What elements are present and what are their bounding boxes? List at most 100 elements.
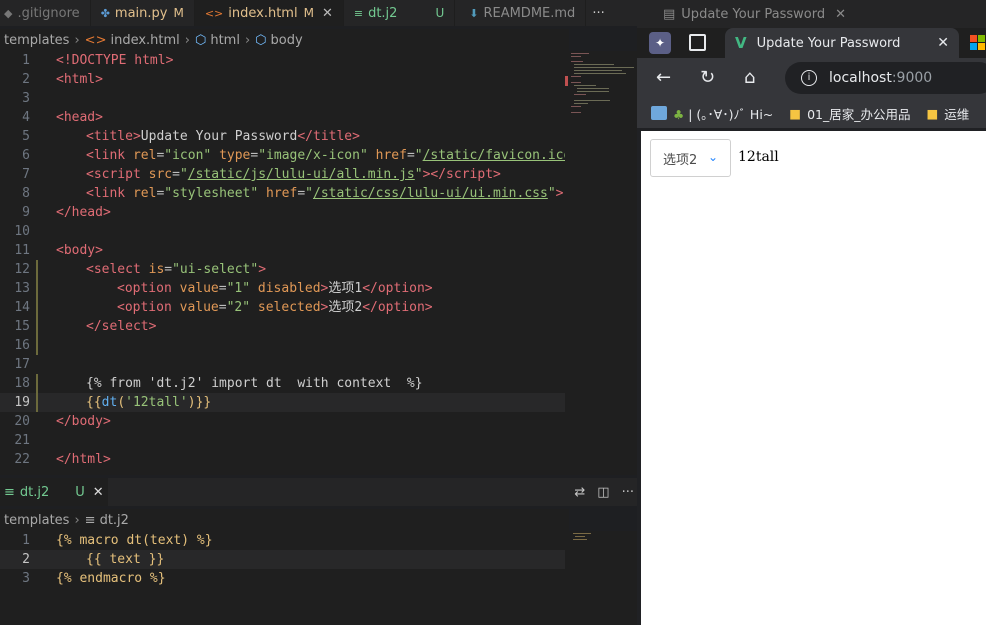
- modified-gutter-marker: [36, 336, 38, 355]
- bookmark-folder[interactable]: 01_居家_办公用品: [807, 104, 910, 123]
- python-icon: ✤: [100, 6, 110, 20]
- code-line: 1 <!DOCTYPE html>: [22, 53, 174, 68]
- code-editor[interactable]: 1 <!DOCTYPE html> 2 <html> 3 4 <head> 5 <tit…: [0, 51, 572, 475]
- editor-actions: ⇄ ◫ ···: [574, 478, 634, 506]
- code-line: 20 </body>: [14, 414, 111, 429]
- browser-tab-strip: ✦ V Update Your Password ✕: [637, 28, 986, 58]
- tab-label: index.html: [228, 5, 298, 21]
- editor-tab-bar: ◆ .gitignore ✤ main.py M <> index.html M…: [0, 0, 640, 26]
- code-editor-bottom[interactable]: 1 {% macro dt(text) %} 2{{ text }} 3 {% en…: [0, 531, 565, 625]
- compare-changes-icon[interactable]: ⇄: [574, 485, 585, 500]
- minimap-bottom[interactable]: [565, 531, 637, 625]
- code-line: 6 <link rel="icon" type="image/x-icon" hr…: [22, 148, 572, 163]
- breadcrumb-file[interactable]: index.html: [110, 33, 179, 48]
- close-icon[interactable]: ✕: [835, 7, 846, 22]
- more-tabs-button[interactable]: ···: [586, 0, 610, 26]
- element-icon: ⬡: [255, 32, 267, 48]
- tab-label: REAMDME.md: [483, 5, 576, 21]
- code-line: 3: [22, 91, 30, 106]
- modified-gutter-marker: [36, 393, 38, 412]
- url-host: localhost: [829, 70, 892, 86]
- html-icon: <>: [204, 6, 224, 20]
- code-line: 5 <title>Update Your Password</title>: [22, 129, 360, 144]
- window-icon: ▤: [663, 6, 676, 22]
- tab-index-html[interactable]: <> index.html M ✕: [194, 0, 344, 26]
- breadcrumb: templates › <> index.html › ⬡ html › ⬡ b…: [0, 29, 569, 51]
- bookmark-folder[interactable]: 运维: [944, 104, 969, 123]
- tab-dt-j2-bottom[interactable]: ≡ dt.j2 U ✕: [0, 478, 108, 506]
- tab-actions-icon[interactable]: [689, 34, 706, 51]
- page-content: 选项2 ⌄ 12tall: [641, 131, 986, 625]
- browser-tab-active[interactable]: V Update Your Password ✕: [725, 28, 959, 58]
- markdown-icon: ⬇: [469, 6, 479, 20]
- tab-main-py[interactable]: ✤ main.py M: [91, 0, 195, 26]
- code-line: 14 <option value="2" selected>选项2</option…: [14, 298, 433, 317]
- window-title: Update Your Password: [681, 6, 826, 22]
- code-line: 13 <option value="1" disabled>选项1</option…: [14, 279, 433, 298]
- lines-icon: ≡: [353, 6, 364, 20]
- macro-output-text: 12tall: [738, 149, 779, 165]
- code-line: 21: [14, 433, 30, 448]
- element-icon: ⬡: [194, 32, 207, 48]
- code-line: 1 {% macro dt(text) %}: [22, 533, 213, 548]
- untracked-badge: U: [435, 6, 445, 20]
- folder-icon: ■: [926, 105, 939, 121]
- tab-gitignore[interactable]: ◆ .gitignore: [0, 0, 91, 26]
- back-arrow-icon[interactable]: ←: [656, 68, 671, 88]
- close-icon[interactable]: ✕: [937, 35, 949, 51]
- folder-icon: ■: [789, 105, 802, 121]
- home-icon[interactable]: ⌂: [744, 68, 755, 88]
- code-line-current: 19 {{dt('12tall')}}: [0, 393, 565, 412]
- code-line: 11 <body>: [14, 243, 103, 258]
- modified-gutter-marker: [36, 260, 38, 279]
- code-line: 17: [14, 357, 30, 372]
- breadcrumb-folder[interactable]: templates: [4, 33, 69, 48]
- lines-icon: ≡: [4, 484, 15, 500]
- tab-dt-j2[interactable]: ≡ dt.j2 U: [344, 0, 456, 26]
- tab-title: Update Your Password: [756, 35, 901, 51]
- modified-badge: M: [173, 6, 184, 20]
- code-line: 2 <html>: [22, 72, 103, 87]
- info-icon[interactable]: i: [801, 70, 817, 86]
- breadcrumb-element-html[interactable]: html: [210, 33, 240, 48]
- code-line: 15 </select>: [14, 317, 157, 336]
- address-bar[interactable]: i localhost:9000: [785, 62, 986, 94]
- close-icon[interactable]: ✕: [93, 485, 104, 500]
- bookmark-item[interactable]: ♣ | (｡･∀･)ﾉﾞ Hi~: [673, 104, 773, 123]
- chevron-down-icon: ⌄: [707, 150, 718, 164]
- code-line: 9 </head>: [22, 205, 111, 220]
- chevron-right-icon: ›: [184, 32, 190, 48]
- breadcrumb-bottom: templates › ≡ dt.j2: [0, 509, 569, 531]
- breadcrumb-folder[interactable]: templates: [4, 513, 69, 528]
- code-line: 22 </html>: [14, 452, 111, 467]
- modified-gutter-marker: [36, 298, 38, 317]
- code-line: 7 <script src="/static/js/lulu-ui/all.min…: [22, 167, 501, 182]
- avatar[interactable]: ✦: [649, 32, 671, 54]
- more-actions-icon[interactable]: ···: [622, 485, 634, 500]
- windows-logo-icon: [970, 35, 986, 51]
- code-line: 8 <link rel="stylesheet" href="/static/cs…: [22, 186, 564, 201]
- modified-badge: M: [303, 6, 314, 20]
- browser-window: ▤ Update Your Password ✕ ✦ V Update Your…: [637, 0, 986, 625]
- chevron-right-icon: ›: [244, 32, 251, 48]
- split-editor-icon[interactable]: ◫: [597, 485, 609, 500]
- more-icon: ···: [592, 5, 605, 21]
- lines-icon: ≡: [84, 512, 96, 528]
- minimap[interactable]: [565, 51, 637, 475]
- close-icon[interactable]: ✕: [322, 6, 333, 21]
- browser-toolbar: ← ↻ ⌂ i localhost:9000: [637, 58, 986, 98]
- bookmarks-bar: ♣ | (｡･∀･)ﾉﾞ Hi~ ■ 01_居家_办公用品 ■ 运维: [637, 98, 986, 128]
- plant-icon: ♣: [673, 106, 685, 122]
- modified-gutter-marker: [36, 279, 38, 298]
- ui-select[interactable]: 选项2 ⌄: [650, 139, 731, 177]
- tab-readme[interactable]: ⬇ REAMDME.md: [455, 0, 587, 26]
- chevron-right-icon: ›: [74, 512, 80, 528]
- modified-gutter-marker: [36, 317, 38, 336]
- bookmark-favicon-icon: [651, 106, 667, 120]
- tab-label: dt.j2: [19, 484, 50, 500]
- code-line: 18 {% from 'dt.j2' import dt with context…: [14, 374, 423, 393]
- breadcrumb-file[interactable]: dt.j2: [100, 513, 129, 528]
- breadcrumb-element-body[interactable]: body: [271, 33, 303, 48]
- reload-icon[interactable]: ↻: [700, 68, 715, 88]
- browser-title-bar: ▤ Update Your Password ✕: [637, 0, 986, 28]
